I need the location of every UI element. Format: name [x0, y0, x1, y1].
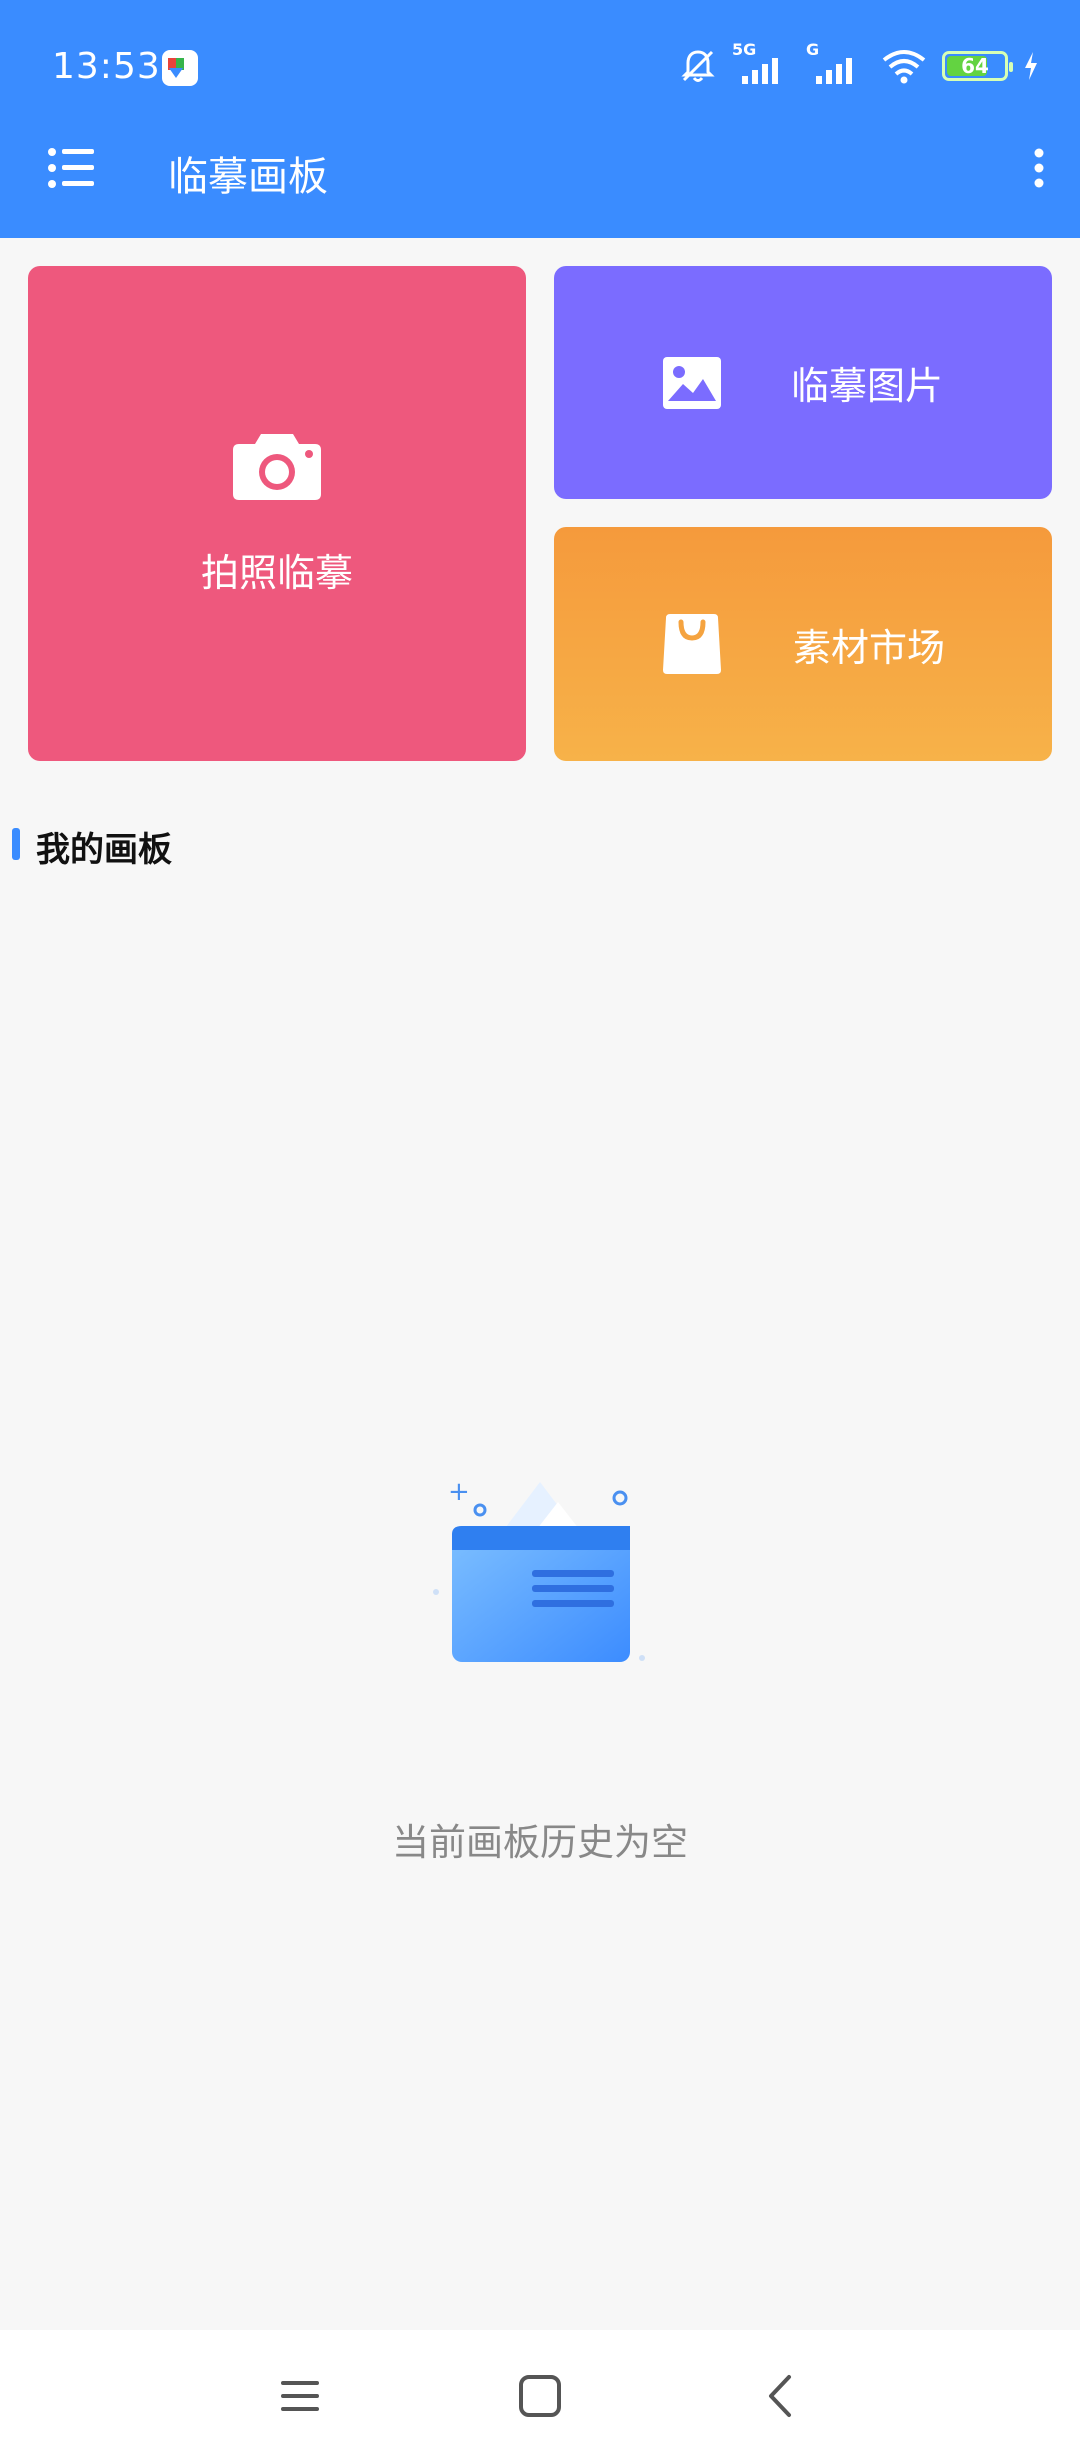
- status-time: 13:53: [52, 46, 161, 87]
- screen: 13:53 5G G 64 临摹画板 拍照临摹 临摹图片 素材市场 我的画板 +…: [0, 0, 1080, 2460]
- signal-icon-g: G: [806, 40, 866, 86]
- empty-state-message: 当前画板历史为空: [392, 1821, 688, 1864]
- system-nav-bar: [0, 2330, 1080, 2460]
- home-button[interactable]: [510, 2366, 570, 2426]
- recents-button[interactable]: [270, 2366, 330, 2426]
- trace-image-label: 临摹图片: [790, 364, 943, 408]
- wifi-icon: [882, 50, 926, 84]
- more-options-button[interactable]: [1016, 146, 1062, 190]
- back-button[interactable]: [750, 2366, 810, 2426]
- svg-text:+: +: [448, 1477, 470, 1507]
- page-title: 临摹画板: [168, 154, 328, 200]
- recents-icon: [281, 2381, 319, 2411]
- camera-trace-card[interactable]: 拍照临摹: [28, 266, 526, 761]
- home-icon: [519, 2375, 561, 2417]
- battery-icon: 64: [942, 51, 1013, 81]
- signal-icon-5g: 5G: [732, 40, 792, 86]
- menu-button[interactable]: [48, 146, 94, 190]
- list-menu-icon: [48, 148, 94, 188]
- material-market-label: 素材市场: [792, 625, 945, 670]
- app-notification-icon: [162, 50, 198, 86]
- section-title: 我的画板: [36, 830, 172, 870]
- trace-image-card[interactable]: 临摹图片: [554, 266, 1052, 499]
- material-market-card[interactable]: 素材市场: [554, 527, 1052, 761]
- camera-icon: [233, 434, 321, 500]
- mute-bell-icon: [681, 50, 715, 82]
- status-icons: 5G G 64: [678, 40, 1040, 88]
- section-accent-bar: [12, 828, 20, 860]
- material-market-row: 素材市场: [661, 612, 945, 676]
- image-icon: [662, 356, 721, 409]
- more-vertical-icon: [1034, 148, 1044, 188]
- charging-icon: [1025, 52, 1037, 80]
- back-icon: [769, 2375, 791, 2417]
- battery-level: 64: [961, 54, 989, 78]
- shopping-bag-icon: [662, 614, 721, 674]
- trace-image-row: 临摹图片: [662, 355, 943, 410]
- top-bar: 13:53 5G G 64 临摹画板: [0, 0, 1080, 238]
- empty-folder-icon: +: [433, 1477, 645, 1662]
- camera-trace-label: 拍照临摹: [200, 551, 353, 595]
